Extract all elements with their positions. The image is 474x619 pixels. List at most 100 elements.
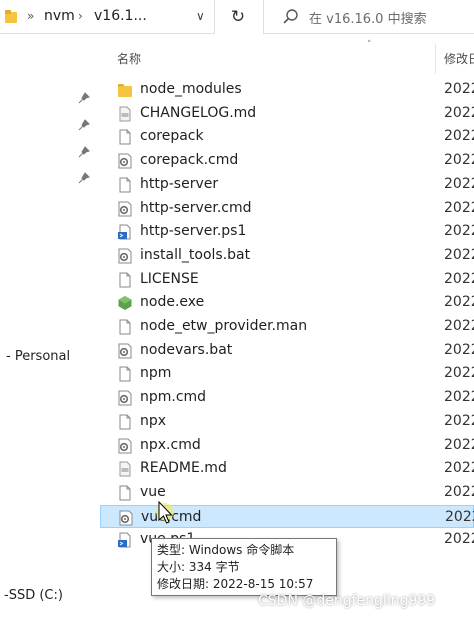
cmd-file-icon	[117, 438, 133, 454]
blank-file-icon	[117, 272, 133, 288]
file-name[interactable]: install_tools.bat	[140, 247, 250, 263]
breadcrumb-item-version[interactable]: v16.1...	[94, 8, 147, 24]
file-date: 2022	[444, 104, 474, 121]
file-row[interactable]: node_modules 2022	[100, 78, 474, 102]
ps1-file-icon	[117, 532, 133, 548]
file-date: 2022	[444, 412, 474, 429]
breadcrumb-separator[interactable]: ›	[78, 9, 83, 23]
cmd-file-icon	[117, 390, 133, 406]
breadcrumb-item-nvm[interactable]: nvm	[44, 8, 75, 24]
file-date: 2022	[444, 294, 474, 311]
file-row[interactable]: README.md 2022	[100, 457, 474, 481]
cmd-file-icon	[117, 343, 133, 359]
ps1-file-icon	[117, 224, 133, 240]
folder-icon	[117, 82, 133, 98]
file-date: 2022	[444, 436, 474, 453]
file-name[interactable]: corepack.cmd	[140, 152, 238, 168]
file-name[interactable]: npx.cmd	[140, 437, 201, 453]
blank-file-icon	[117, 177, 133, 193]
file-name[interactable]: nodevars.bat	[140, 342, 232, 358]
blank-file-icon	[117, 319, 133, 335]
cmd-file-icon	[117, 153, 133, 169]
file-date: 2022	[444, 365, 474, 382]
file-date: 2022	[444, 128, 474, 145]
file-name[interactable]: LICENSE	[140, 271, 199, 287]
file-row[interactable]: npm 2022	[100, 362, 474, 386]
watermark: CSDN @dengfengling999	[258, 593, 436, 609]
file-row[interactable]: CHANGELOG.md 2022	[100, 102, 474, 126]
search-placeholder[interactable]: 在 v16.16.0 中搜索	[309, 8, 427, 27]
file-date: 2022	[444, 152, 474, 169]
chevron-down-icon[interactable]: ∨	[196, 9, 205, 23]
file-date: 2022	[444, 531, 474, 548]
cmd-file-icon	[118, 510, 134, 526]
navigation-pane: - Personal -SSD (C:)	[0, 36, 100, 619]
pin-icon[interactable]	[78, 146, 90, 158]
file-name[interactable]: README.md	[140, 460, 227, 476]
file-row[interactable]: http-server.cmd 2022	[100, 197, 474, 221]
file-name[interactable]: npm.cmd	[140, 389, 206, 405]
file-row[interactable]: corepack 2022	[100, 125, 474, 149]
file-name[interactable]: npm	[140, 365, 171, 381]
file-name[interactable]: node_modules	[140, 81, 242, 97]
file-name[interactable]: vue	[140, 484, 166, 500]
search-icon	[283, 9, 298, 24]
file-name[interactable]: node.exe	[140, 294, 204, 310]
file-row[interactable]: node.exe 2022	[100, 291, 474, 315]
file-row[interactable]: http-server.ps1 2022	[100, 220, 474, 244]
cmd-file-icon	[117, 201, 133, 217]
file-name[interactable]: http-server	[140, 176, 218, 192]
file-name[interactable]: corepack	[140, 128, 204, 144]
file-name[interactable]: node_etw_provider.man	[140, 318, 307, 334]
file-date: 2022	[444, 341, 474, 358]
md-file-icon	[117, 106, 133, 122]
file-row[interactable]: corepack.cmd 2022	[100, 149, 474, 173]
file-row[interactable]: npm.cmd 2022	[100, 386, 474, 410]
file-row[interactable]: node_etw_provider.man 2022	[100, 315, 474, 339]
mouse-cursor-icon	[156, 500, 174, 524]
file-row[interactable]: LICENSE 2022	[100, 268, 474, 292]
file-name[interactable]: http-server.ps1	[140, 223, 246, 239]
file-row[interactable]: npx.cmd 2022	[100, 434, 474, 458]
file-date: 2022	[444, 199, 474, 216]
refresh-icon: ↻	[230, 7, 246, 27]
file-row[interactable]: npx 2022	[100, 410, 474, 434]
file-name[interactable]: CHANGELOG.md	[140, 105, 256, 121]
blank-file-icon	[117, 414, 133, 430]
file-date: 2022	[445, 508, 474, 525]
search-box[interactable]: 在 v16.16.0 中搜索	[263, 0, 474, 34]
breadcrumb-overflow-icon[interactable]: »	[27, 9, 34, 23]
file-row[interactable]: nodevars.bat 2022	[100, 339, 474, 363]
file-date: 2022	[444, 389, 474, 406]
top-bar: » nvm › v16.1... ∨ ↻ 在 v16.16.0 中搜索	[0, 0, 474, 36]
file-date: 2022	[444, 270, 474, 287]
tooltip-modified: 修改日期: 2022-8-15 10:57	[157, 577, 314, 591]
file-row[interactable]: install_tools.bat 2022	[100, 244, 474, 268]
nav-item-personal[interactable]: - Personal	[6, 349, 70, 364]
blank-file-icon	[117, 366, 133, 382]
nav-item-drive[interactable]: -SSD (C:)	[4, 588, 63, 603]
file-date: 2022	[444, 483, 474, 500]
sort-up-icon: ˄	[367, 40, 372, 50]
blank-file-icon	[117, 485, 133, 501]
refresh-button[interactable]: ↻	[222, 0, 254, 34]
file-date: 2022	[444, 460, 474, 477]
file-name[interactable]: http-server.cmd	[140, 200, 252, 216]
address-bar[interactable]: » nvm › v16.1... ∨	[0, 0, 215, 34]
column-header: ˄ 名称 修改日	[100, 36, 474, 78]
column-date-modified[interactable]: 修改日	[444, 50, 474, 67]
file-date: 2022	[444, 81, 474, 97]
tooltip-size: 大小: 334 字节	[157, 560, 240, 574]
file-name[interactable]: npx	[140, 413, 166, 429]
file-row[interactable]: http-server 2022	[100, 173, 474, 197]
column-divider[interactable]	[435, 44, 436, 74]
column-name[interactable]: 名称	[117, 50, 141, 67]
md-file-icon	[117, 461, 133, 477]
pin-icon[interactable]	[78, 92, 90, 104]
pin-icon[interactable]	[78, 172, 90, 184]
node-exe-icon	[117, 295, 133, 311]
tooltip-type: 类型: Windows 命令脚本	[157, 543, 295, 557]
folder-icon	[5, 10, 17, 23]
pin-icon[interactable]	[78, 119, 90, 131]
blank-file-icon	[117, 129, 133, 145]
